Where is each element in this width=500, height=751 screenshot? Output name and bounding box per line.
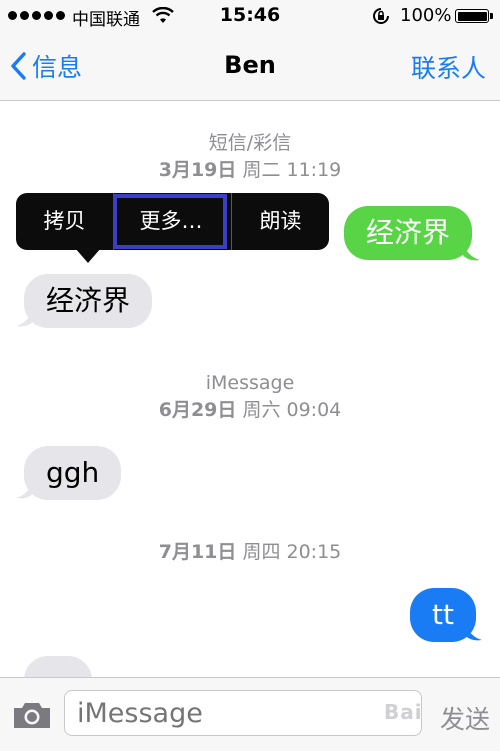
bubble-tail <box>16 478 34 499</box>
camera-icon[interactable] <box>12 700 52 734</box>
timestamp-1: 3月19日 周二 11:19 <box>0 158 500 183</box>
timestamp-date: 7月11日 <box>158 541 237 563</box>
sent-message-bubble[interactable]: 经济界 <box>344 206 473 260</box>
rotation-lock-icon <box>372 7 390 29</box>
input-bar: 发送 <box>0 677 500 751</box>
timestamp-date: 3月19日 <box>158 159 237 181</box>
menu-item-copy[interactable]: 拷贝 <box>16 193 113 250</box>
timestamp-time: 周二 11:19 <box>242 159 342 181</box>
timestamp-time: 周四 20:15 <box>242 541 342 563</box>
timestamp-2: 6月29日 周六 09:04 <box>0 398 500 423</box>
status-bar: 中国联通 15:46 100% <box>0 0 500 32</box>
battery-percentage: 100% <box>400 5 452 26</box>
timestamp-date: 6月29日 <box>158 399 237 421</box>
battery-icon <box>455 9 489 23</box>
menu-item-speak[interactable]: 朗读 <box>232 193 329 250</box>
service-label-sms: 短信/彩信 <box>208 132 292 154</box>
bubble-tail <box>462 240 480 261</box>
watermark: Bai <box>384 700 423 724</box>
service-label-imessage: iMessage <box>205 372 295 394</box>
selection-highlight-box <box>113 194 227 249</box>
timestamp-time: 周六 09:04 <box>242 399 342 421</box>
bubble-tail <box>16 306 34 327</box>
received-message-bubble[interactable]: 经济界 <box>24 274 153 328</box>
send-button[interactable]: 发送 <box>440 700 490 736</box>
bubble-tail <box>464 620 482 641</box>
received-message-bubble[interactable]: ggh <box>24 446 122 500</box>
context-menu-arrow <box>75 248 101 263</box>
message-input[interactable] <box>64 690 422 736</box>
contacts-button[interactable]: 联系人 <box>411 49 486 85</box>
navigation-bar: 信息 Ben 联系人 <box>0 32 500 101</box>
timestamp-3: 7月11日 周四 20:15 <box>0 540 500 565</box>
